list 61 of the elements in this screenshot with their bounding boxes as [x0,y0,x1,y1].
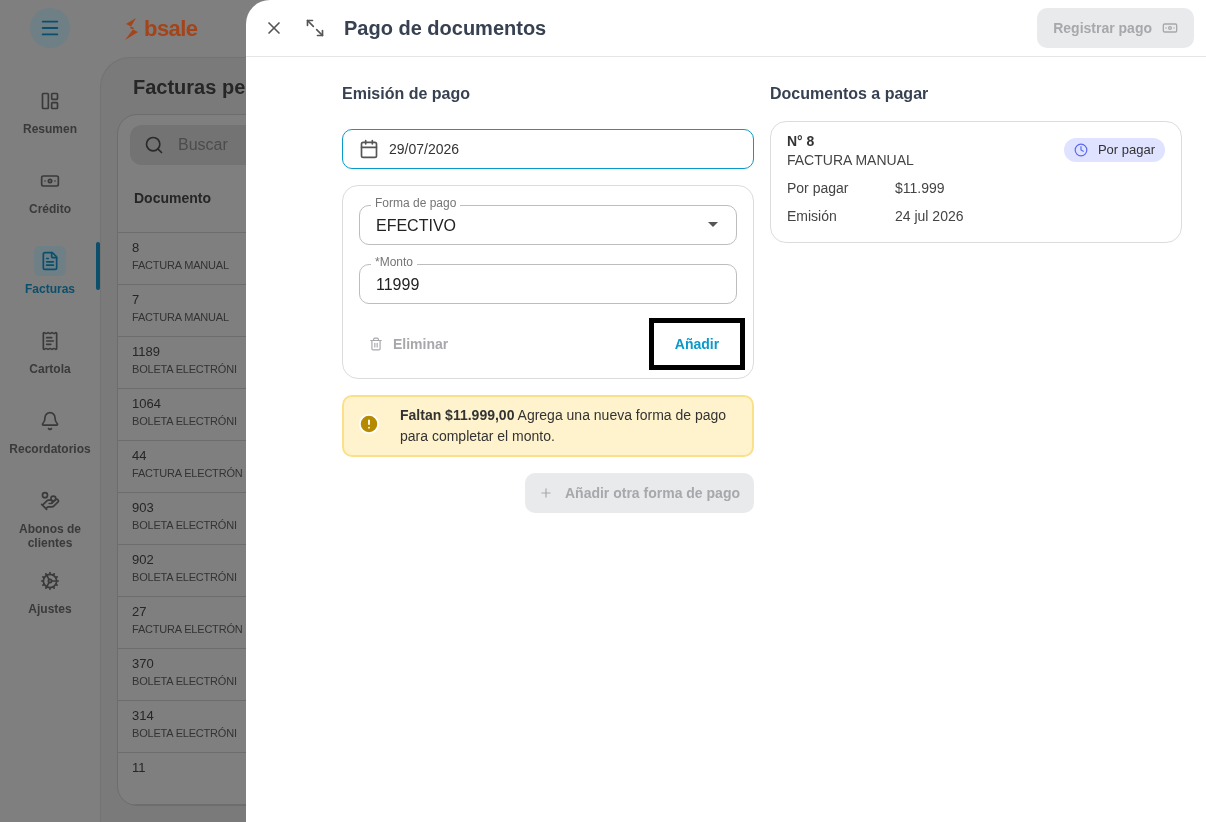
document-number: N° 8 [787,132,816,150]
diagonal-arrow-icon [305,18,325,38]
sidebar-item[interactable]: Cartola [0,322,100,402]
sidebar-item[interactable]: Ajustes [0,562,100,642]
document-number: 314 [132,707,155,725]
document-number: 370 [132,655,155,673]
document-type: FACTURA ELECTRÓN [132,466,244,481]
layout-icon [40,91,60,111]
sidebar-item[interactable]: Facturas [0,242,100,322]
banknote-icon [1162,20,1178,36]
document-type: FACTURA MANUAL [787,151,914,170]
detail-label: Emisión [787,207,838,226]
bell-icon [40,411,60,431]
field-label: *Monto [371,255,418,269]
warning-icon [358,413,380,435]
document-type: BOLETA ELECTRÓNI [132,518,238,533]
document-number: 1189 [132,343,161,361]
document-number: 903 [132,499,155,517]
detail-value: 24 jul 2026 [895,207,964,226]
detail-label: Por pagar [787,179,850,198]
document-type: FACTURA ELECTRÓN [132,622,244,637]
clock-icon [1073,143,1088,157]
trash-icon [369,337,383,351]
calendar-icon [359,139,379,159]
document-icon [40,251,60,271]
document-number: 1064 [132,395,162,413]
page-title: Facturas pe [133,75,246,100]
document-number: 44 [132,447,148,465]
document-number: 11 [132,759,147,777]
hand-coins-icon [40,491,60,511]
receipt-icon [40,331,60,351]
document-type: BOLETA ELECTRÓNI [132,362,238,377]
field-label: Forma de pago [371,196,461,210]
column-header: Documento [134,189,211,208]
document-number: 27 [132,603,148,621]
document-type: BOLETA ELECTRÓNI [132,726,238,741]
dialog-title: Pago de documentos [344,16,548,41]
date-field[interactable]: 29/07/2026 [342,129,754,169]
document-type: BOLETA ELECTRÓNI [132,570,238,585]
section-heading: Documentos a pagar [770,84,930,104]
status-badge: Por pagar [1063,138,1165,162]
document-type: BOLETA ELECTRÓNI [132,414,238,429]
document-type: BOLETA ELECTRÓNI [132,674,238,689]
logo: bsale [144,15,198,43]
alert-text: Faltan $11.999,00 Agrega una nueva forma de pago para completar el monto. [400,406,728,446]
dropdown-triangle-icon [708,222,718,228]
sidebar-item[interactable]: Abonos de clientes [0,482,100,562]
expand-button[interactable] [304,17,326,39]
plus-icon [538,486,553,500]
sidebar-item[interactable]: Crédito [0,162,100,242]
document-type: FACTURA MANUAL [132,310,230,325]
sidebar-item[interactable]: Recordatorios [0,402,100,482]
add-button[interactable]: Añadir [649,318,745,370]
section-heading: Emisión de pago [342,84,471,104]
document-number: 902 [132,551,155,569]
document-number: 7 [132,291,141,309]
search-icon [144,135,164,155]
detail-value: $11.999 [895,179,945,198]
sidebar-item[interactable]: Resumen [0,82,100,162]
document-type: FACTURA MANUAL [132,258,230,273]
document-number: 8 [132,239,141,257]
